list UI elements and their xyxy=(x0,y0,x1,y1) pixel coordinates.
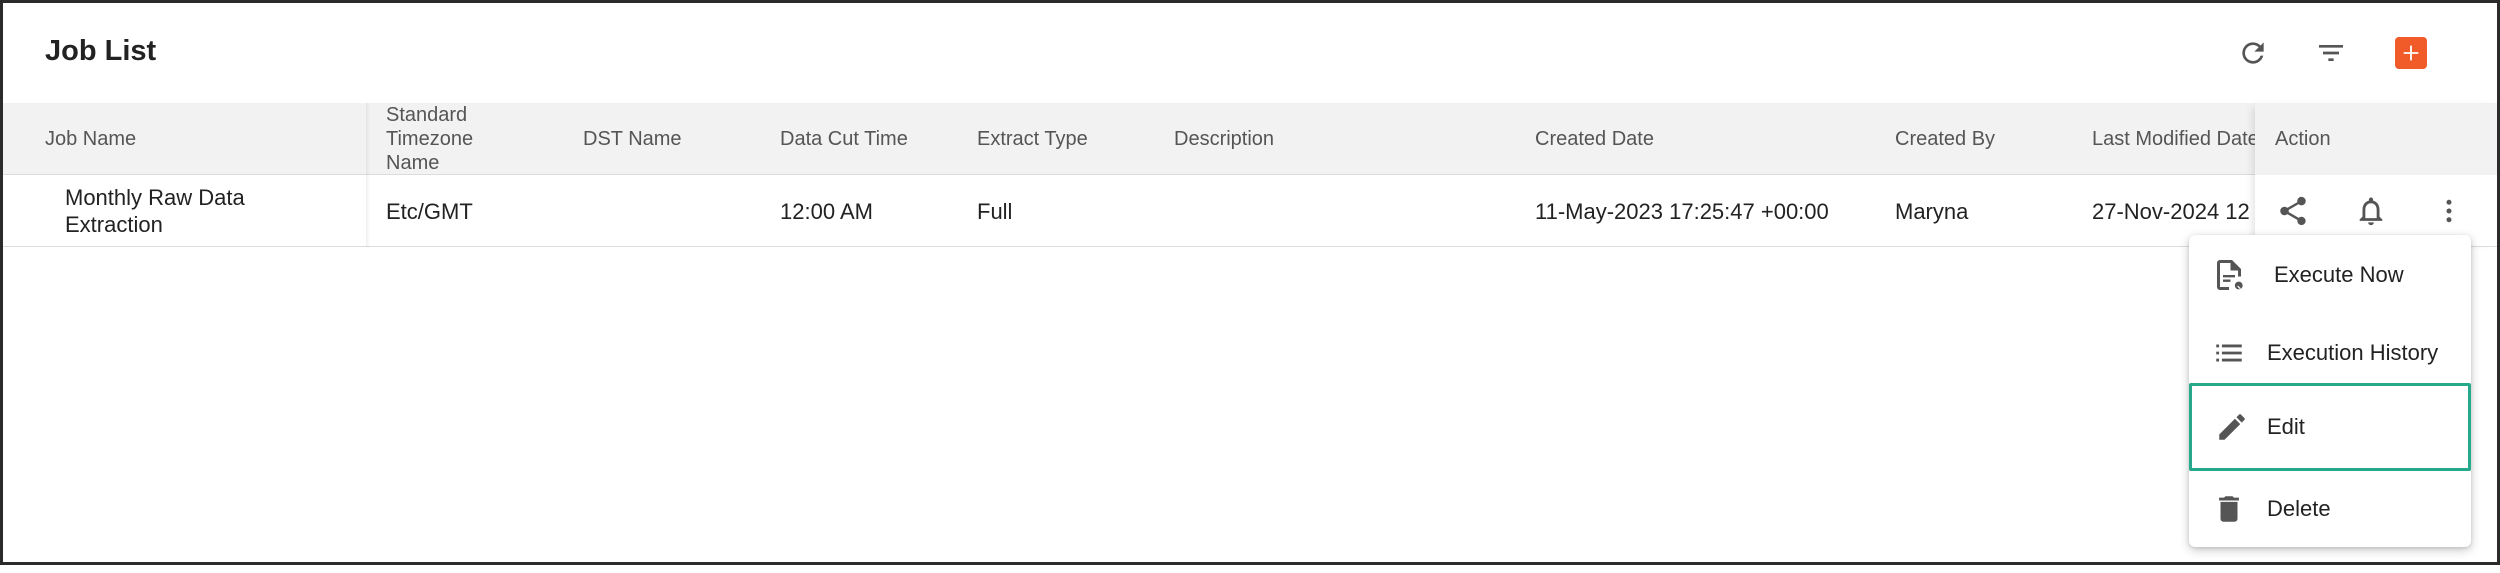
column-header-data-cut-time[interactable]: Data Cut Time xyxy=(780,103,908,175)
cell-job-name: Monthly Raw Data Extraction xyxy=(65,185,245,237)
filter-icon xyxy=(2319,45,2343,61)
cell-timezone: Etc/GMT xyxy=(386,198,473,224)
table-row[interactable]: Monthly Raw Data Extraction Etc/GMT 12:0… xyxy=(3,175,2497,247)
row-actions-menu: Execute Now Execution History Edit Delet… xyxy=(2189,235,2471,547)
refresh-icon xyxy=(2242,42,2264,64)
menu-item-execution-history[interactable]: Execution History xyxy=(2189,315,2471,391)
filter-button[interactable] xyxy=(2309,31,2353,75)
table-header: Job Name Standard Timezone Name DST Name… xyxy=(3,103,2497,175)
cell-data-cut-time: 12:00 AM xyxy=(780,198,873,224)
menu-item-label: Delete xyxy=(2267,496,2331,521)
menu-item-label: Edit xyxy=(2267,414,2305,439)
column-header-job-name[interactable]: Job Name xyxy=(45,103,136,175)
cell-created-date: 11-May-2023 17:25:47 +00:00 xyxy=(1535,198,1829,224)
cell-extract-type: Full xyxy=(977,198,1013,224)
menu-item-label: Execution History xyxy=(2267,340,2439,365)
list-icon xyxy=(2209,333,2249,373)
share-icon xyxy=(2280,196,2306,226)
page-title: Job List xyxy=(45,35,157,67)
column-header-created-by[interactable]: Created By xyxy=(1895,103,1995,175)
column-header-action: Action xyxy=(2275,128,2331,150)
sticky-column-divider xyxy=(366,103,370,247)
column-header-description[interactable]: Description xyxy=(1174,103,1274,175)
menu-item-execute-now[interactable]: Execute Now xyxy=(2189,237,2471,313)
bell-icon xyxy=(2359,197,2383,226)
job-list-panel: Job List Job Name Standard Timezone Name… xyxy=(0,0,2500,565)
notification-button[interactable] xyxy=(2349,189,2393,233)
file-execute-icon xyxy=(2209,255,2249,295)
column-header-dst-name[interactable]: DST Name xyxy=(583,103,682,175)
add-job-button[interactable] xyxy=(2389,31,2433,75)
pencil-icon xyxy=(2212,407,2252,447)
refresh-button[interactable] xyxy=(2231,31,2275,75)
more-vert-icon xyxy=(2446,199,2452,223)
trash-icon xyxy=(2209,489,2249,529)
cell-created-by: Maryna xyxy=(1895,198,1969,224)
menu-item-delete[interactable]: Delete xyxy=(2189,471,2471,547)
add-icon xyxy=(2395,37,2427,69)
panel-header: Job List xyxy=(3,3,2497,103)
column-header-last-modified[interactable]: Last Modified Date xyxy=(2092,103,2259,175)
share-button[interactable] xyxy=(2271,189,2315,233)
column-header-timezone[interactable]: Standard Timezone Name xyxy=(386,103,496,175)
column-header-created-date[interactable]: Created Date xyxy=(1535,103,1654,175)
column-header-extract-type[interactable]: Extract Type xyxy=(977,103,1088,175)
menu-item-edit[interactable]: Edit xyxy=(2189,383,2471,471)
action-column-header-bg: Action xyxy=(2255,103,2497,175)
more-options-button[interactable] xyxy=(2427,189,2471,233)
menu-item-label: Execute Now xyxy=(2274,262,2404,287)
